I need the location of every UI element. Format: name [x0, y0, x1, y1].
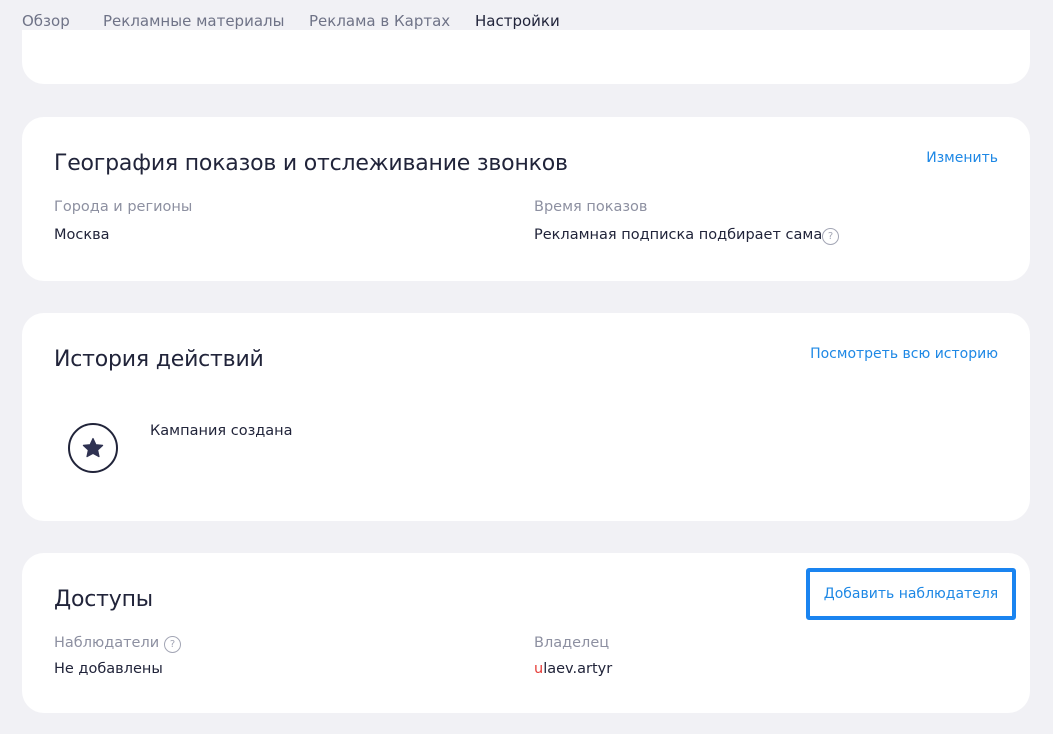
access-card: Доступы Добавить наблюдателя Наблюдатели…	[22, 553, 1030, 713]
tab-maps-ads[interactable]: Реклама в Картах	[309, 12, 450, 30]
tab-overview[interactable]: Обзор	[22, 12, 70, 30]
owner-value: ulaev.artyr	[534, 661, 612, 677]
tab-settings[interactable]: Настройки	[475, 12, 560, 30]
owner-name-rest: laev.artyr	[543, 661, 613, 677]
cities-value: Москва	[54, 227, 110, 243]
geo-edit-link[interactable]: Изменить	[926, 150, 998, 166]
geo-title: География показов и отслеживание звонков	[54, 151, 568, 176]
history-event-text: Кампания создана	[150, 423, 293, 439]
history-title: История действий	[54, 347, 264, 372]
previous-card-bottom	[22, 30, 1030, 84]
time-help-icon[interactable]: ?	[822, 228, 839, 245]
star-icon-glyph	[82, 437, 104, 458]
time-value: Рекламная подписка подбирает сама	[534, 227, 823, 243]
owner-label: Владелец	[534, 635, 610, 651]
observers-value: Не добавлены	[54, 661, 163, 677]
owner-first-letter: u	[534, 661, 544, 677]
add-observer-button[interactable]: Добавить наблюдателя	[806, 568, 1016, 620]
star-icon	[68, 423, 118, 473]
observers-label: Наблюдатели	[54, 635, 160, 651]
access-title: Доступы	[54, 587, 153, 612]
tab-ad-materials[interactable]: Рекламные материалы	[103, 12, 284, 30]
observers-help-icon[interactable]: ?	[164, 636, 181, 653]
view-all-history-link[interactable]: Посмотреть всю историю	[810, 346, 998, 362]
cities-label: Города и регионы	[54, 199, 193, 215]
history-card: История действий Посмотреть всю историю …	[22, 313, 1030, 521]
time-label: Время показов	[534, 199, 648, 215]
geo-card: География показов и отслеживание звонков…	[22, 117, 1030, 281]
